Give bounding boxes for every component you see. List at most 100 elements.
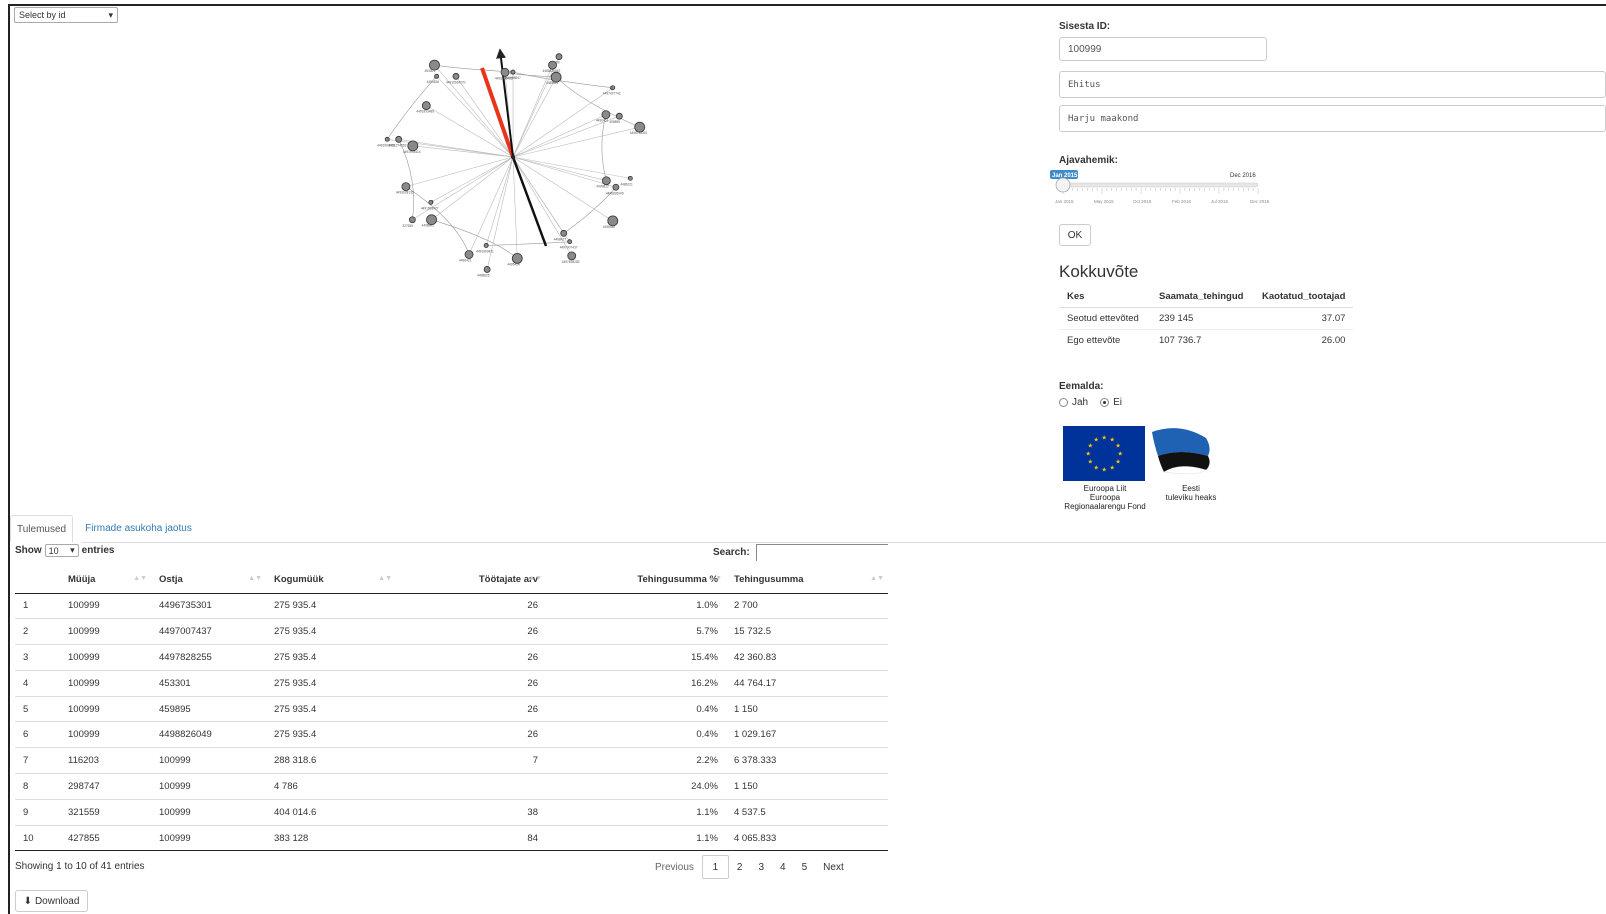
estonia-caption-line: tuleviku heaks [1165,493,1217,502]
graph-node[interactable] [421,101,431,110]
header-transaction-pct[interactable]: Tehingusumma % ▲▼ [546,566,726,594]
eu-fund-caption: Euroopa Liit Euroopa Regionaalarengu Fon… [1052,484,1158,511]
page-button-3[interactable]: 3 [750,855,772,879]
id-input[interactable]: 100999 [1059,37,1267,61]
graph-node[interactable] [384,136,390,142]
table-cell: 2 700 [726,592,888,619]
header-buyer[interactable]: Ostja ▲▼ [151,566,266,594]
chevron-down-icon: ▾ [70,545,75,555]
graph-center-node[interactable] [511,155,515,159]
graph-edge [468,156,514,255]
radio-jah[interactable]: Jah [1059,397,1088,408]
graph-curve-edge [485,241,570,247]
graph-node-label: 4491993489 [416,110,434,114]
ok-button[interactable]: OK [1059,224,1091,246]
graph-node[interactable] [601,176,611,186]
select-by-id-dropdown[interactable]: Select by id ▾ [14,7,118,23]
graph-edge [512,156,607,182]
table-cell: 8 [15,773,60,800]
slider-track[interactable] [1062,182,1259,188]
graph-node[interactable] [395,135,403,143]
table-row[interactable]: 2 100999 4497007437 275 935.4 26 5.7% 15 732.5 [15,618,888,645]
graph-node[interactable] [401,182,411,192]
graph-node[interactable] [567,251,577,261]
header-transaction-sum[interactable]: Tehingusumma ▲▼ [726,566,888,594]
graph-node[interactable] [500,67,510,77]
graph-node[interactable] [627,175,633,181]
highlight-edge-black [511,156,548,247]
table-row[interactable]: 10 427855 100999 383 128 84 1.1% 4 065.833 [15,824,888,852]
previous-button[interactable]: Previous [647,855,702,879]
search-input[interactable] [755,544,888,561]
graph-node[interactable] [428,199,434,205]
period-slider[interactable]: Jan 2015 Dec 2016Jan 2015 May 2015 Oct 2015… [1050,170,1280,210]
entries-select[interactable]: 10 ▾ [44,544,79,557]
page-button-5[interactable]: 5 [794,855,816,879]
tab-location[interactable]: Firmade asukoha jaotus [79,515,198,542]
page-button-1[interactable]: 1 [701,855,729,879]
graph-node[interactable] [483,266,491,273]
graph-node[interactable] [612,183,620,191]
results-table: Müüja ▲▼ Ostja ▲▼ Kogumüük ▲▼ Töötajate arv… [15,566,888,852]
graph-node[interactable] [560,229,568,237]
graph-node[interactable] [601,110,611,120]
graph-node[interactable] [555,53,563,61]
slider-end-label: Dec 2016 [1230,173,1256,179]
table-row[interactable]: 1 100999 4496735301 275 935.4 26 1.0% 2 700 [15,592,888,619]
sector-field[interactable]: Ehitus [1059,71,1606,98]
graph-node[interactable] [610,85,616,91]
header-employees[interactable]: Töötajate arv ▲▼ [396,566,546,594]
table-row[interactable]: 4 100999 453301 275 935.4 26 16.2% 44 764.17 [15,669,888,697]
tab-results[interactable]: Tulemused [10,515,74,542]
graph-node[interactable] [510,69,516,75]
table-row[interactable]: 7 116203 100999 288 318.6 7 2.2% 6 378.333 [15,747,888,774]
table-row[interactable]: 6 100999 4498826049 275 935.4 26 0.4% 1 029.16… [15,721,888,748]
table-cell: 100999 [60,592,151,619]
network-graph[interactable]: 4491998847448190448882604944898214497427… [350,40,680,315]
graph-node[interactable] [548,60,557,70]
summary-title: Kokkuvõte [1059,262,1139,281]
table-cell: 275 935.4 [266,618,396,645]
county-field[interactable]: Harju maakond [1059,105,1606,132]
graph-node-label: 4496452 [603,225,616,229]
header-seller[interactable]: Müüja ▲▼ [60,566,151,594]
graph-node[interactable] [452,72,460,80]
header-total-sales[interactable]: Kogumüük ▲▼ [266,566,396,594]
graph-node-label: 4498841 [422,224,435,228]
page-button-4[interactable]: 4 [772,855,794,879]
radio-ei[interactable]: Ei [1100,397,1122,408]
graph-edge [512,76,557,158]
summary-row: Ego ettevõte 107 736.7 26.00 [1059,328,1354,351]
slider-handle[interactable] [1055,177,1071,193]
table-row[interactable]: 5 100999 459895 275 935.4 26 0.4% 1 150 [15,695,888,722]
table-row[interactable]: 8 298747 100999 4 786 24.0% 1 150 [15,773,888,800]
graph-node[interactable] [483,243,489,248]
graph-node[interactable] [567,239,573,245]
graph-node-label: 4486221 [620,182,633,186]
estonia-logo [1152,428,1210,475]
slider-tick-label: Jan 2015 [1055,199,1074,204]
left-border [8,4,10,914]
page-button-2[interactable]: 2 [729,855,751,879]
header-index[interactable] [15,566,60,594]
graph-node[interactable] [615,112,623,120]
next-button[interactable]: Next [815,855,852,879]
sort-icon: ▲▼ [870,575,884,582]
table-cell: 100999 [60,618,151,645]
table-cell: 15.4% [546,644,726,671]
graph-node[interactable] [434,73,440,79]
graph-node[interactable] [408,216,416,224]
radio-selected-icon[interactable] [1100,398,1110,407]
table-cell: 275 935.4 [266,644,396,671]
table-cell: 0.4% [546,695,726,722]
table-row[interactable]: 9 321559 100999 404 014.6 38 1.1% 4 537.5 [15,798,888,826]
download-button[interactable]: ⬇ Download [15,890,88,912]
graph-node[interactable] [464,250,474,259]
table-row[interactable]: 3 100999 4497828255 275 935.4 26 15.4% 42 360.… [15,644,888,671]
top-border [8,4,1606,6]
table-cell: 26 [396,695,546,722]
table-cell: 100999 [60,721,151,748]
estonia-caption-line: Eesti [1182,484,1200,493]
table-cell: 275 935.4 [266,695,396,722]
radio-icon[interactable] [1059,398,1068,407]
